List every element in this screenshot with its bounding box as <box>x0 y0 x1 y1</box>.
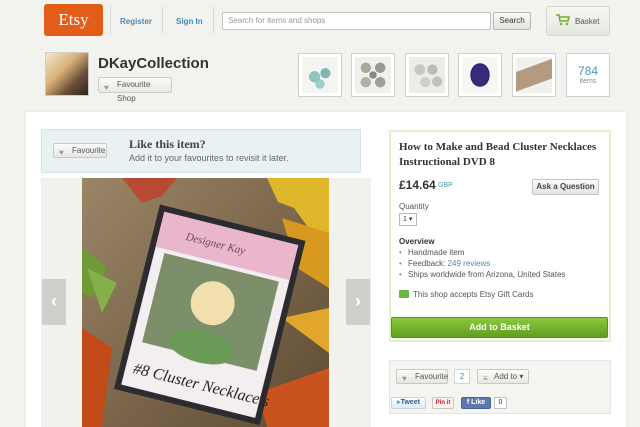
listing-title: How to Make and Bead Cluster Necklaces I… <box>399 141 597 168</box>
feedback-label: Feedback: <box>408 259 448 268</box>
like-count: 0 <box>494 397 507 409</box>
heart-icon: ♥ <box>104 83 109 92</box>
shop-avatar[interactable] <box>45 52 89 96</box>
add-to-basket-button[interactable]: Add to Basket <box>391 317 608 338</box>
favourite-label: Favourite <box>415 372 449 381</box>
favourite-prompt-title: Like this item? <box>129 137 206 151</box>
overview-list: • Handmade item • Feedback: 249 reviews • S… <box>399 248 565 281</box>
basket-label: Basket <box>575 17 600 26</box>
like-label: Like <box>471 399 486 406</box>
pendants-thumbnail-image <box>409 57 445 93</box>
druzy-thumbnail-image <box>462 57 498 93</box>
quantity-label: Quantity <box>399 202 429 211</box>
search-button[interactable]: Search <box>493 12 531 30</box>
favourite-prompt-subtitle: Add it to your favourites to revisit it … <box>129 153 289 163</box>
shop-item-thumbnail[interactable] <box>512 53 556 97</box>
heart-icon: ♥ <box>402 374 407 383</box>
gift-card-icon <box>399 290 409 298</box>
favourite-item-label: Favourite <box>72 146 106 155</box>
favourite-count[interactable]: 2 <box>454 369 470 384</box>
tweet-label: Tweet <box>400 399 420 406</box>
favourite-shop-label: Favourite Shop <box>117 80 151 103</box>
ships-from-text: Ships worldwide from Arizona, United Sta… <box>408 270 566 279</box>
handmade-item-text: Handmade item <box>408 248 465 257</box>
add-to-label: Add to <box>494 372 518 381</box>
listing-price: £14.64 <box>399 178 436 192</box>
crystal-thumbnail-image <box>516 57 552 93</box>
overview-item: • Ships worldwide from Arizona, United St… <box>399 270 566 279</box>
favourite-button[interactable]: ♥ Favourite <box>396 369 448 384</box>
previous-image-arrow[interactable]: ‹ <box>42 279 66 325</box>
feedback-reviews-link[interactable]: 249 reviews <box>448 259 491 268</box>
item-count-label: items <box>579 78 597 85</box>
overview-heading: Overview <box>399 237 435 246</box>
gift-cards-text: This shop accepts Etsy Gift Cards <box>413 290 534 299</box>
nav-separator <box>162 6 163 34</box>
shop-name[interactable]: DKayCollection <box>98 55 209 72</box>
currency-code[interactable]: GBP <box>438 182 453 189</box>
ask-a-question-button[interactable]: Ask a Question <box>532 179 599 195</box>
basket-button[interactable]: Basket <box>546 6 610 36</box>
heart-icon: ♥ <box>59 148 64 157</box>
metal-discs-thumbnail-image <box>355 57 391 93</box>
stones-thumbnail-image <box>302 57 338 93</box>
shop-item-thumbnail[interactable] <box>458 53 502 97</box>
etsy-logo[interactable]: Etsy <box>44 4 103 36</box>
nav-separator <box>213 6 214 34</box>
overview-item: • Handmade item <box>399 248 465 257</box>
favourite-item-button[interactable]: ♥ Favourite <box>53 143 107 158</box>
search-input[interactable]: Search for items and shops <box>222 12 491 30</box>
item-count-number: 784 <box>577 64 599 78</box>
shop-item-thumbnail[interactable] <box>351 53 395 97</box>
dvd-product-image: Designer Kay #8 Cluster Necklace's <box>82 178 329 427</box>
gift-cards-note: This shop accepts Etsy Gift Cards <box>399 290 534 299</box>
pin-it-button[interactable]: Pin it <box>432 397 454 409</box>
add-to-list-button[interactable]: ≡ Add to ▾ <box>477 369 529 384</box>
top-navigation-bar: Etsy Register Sign In Search for items a… <box>0 0 640 40</box>
overview-item: • Feedback: 249 reviews <box>399 259 491 268</box>
quantity-select[interactable]: 1 ▾ <box>399 213 417 226</box>
register-link[interactable]: Register <box>120 17 152 26</box>
chevron-down-icon: ▾ <box>406 216 413 223</box>
favourite-shop-button[interactable]: ♥ Favourite Shop <box>98 77 172 103</box>
shop-item-count[interactable]: 784 items <box>566 53 610 97</box>
facebook-like-button[interactable]: f Like <box>461 397 491 409</box>
shop-item-thumbnail[interactable] <box>298 53 342 97</box>
listing-photo[interactable]: Designer Kay #8 Cluster Necklace's <box>82 178 329 427</box>
nav-separator <box>110 6 111 34</box>
sign-in-link[interactable]: Sign In <box>176 17 203 26</box>
tweet-button[interactable]: ▸Tweet <box>391 397 426 409</box>
chevron-down-icon: ▾ <box>517 372 524 381</box>
list-icon: ≡ <box>483 374 488 383</box>
next-image-arrow[interactable]: › <box>346 279 370 325</box>
shop-item-thumbnail[interactable] <box>405 53 449 97</box>
basket-cart-icon <box>556 14 570 26</box>
